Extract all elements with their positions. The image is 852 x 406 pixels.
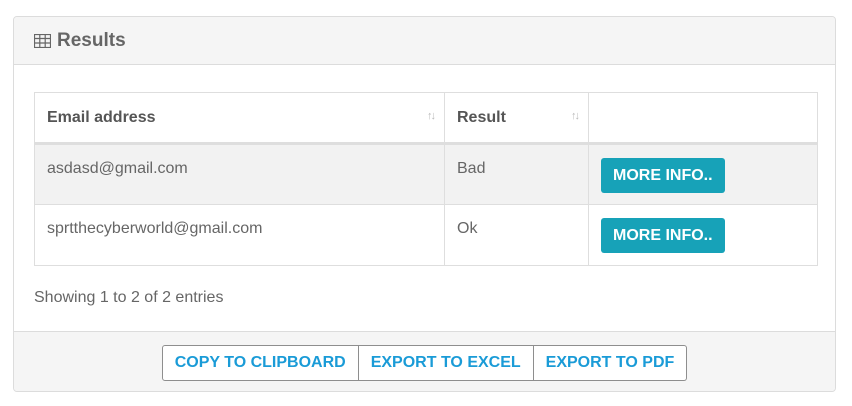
export-to-excel-button[interactable]: EXPORT TO EXCEL bbox=[358, 345, 534, 381]
table-row: asdasd@gmail.com Bad MORE INFO.. bbox=[34, 143, 818, 205]
panel-footer: COPY TO CLIPBOARD EXPORT TO EXCEL EXPORT… bbox=[14, 331, 835, 391]
result-cell: Bad bbox=[444, 143, 589, 205]
table-row: sprtthecyberworld@gmail.com Ok MORE INFO… bbox=[34, 204, 818, 266]
panel-header: Results bbox=[14, 17, 835, 65]
more-info-button[interactable]: MORE INFO.. bbox=[601, 158, 725, 193]
table-info: Showing 1 to 2 of 2 entries bbox=[34, 289, 224, 306]
column-header-action bbox=[588, 92, 818, 145]
result-cell: Ok bbox=[444, 204, 589, 266]
column-header-label: Email address bbox=[47, 108, 156, 126]
sort-icon: ↑↓ bbox=[571, 110, 580, 122]
panel-title: Results bbox=[57, 29, 126, 51]
results-table: Email address ↑↓ Result ↑↓ asdasd@gmail.… bbox=[34, 92, 818, 266]
copy-to-clipboard-button[interactable]: COPY TO CLIPBOARD bbox=[161, 345, 359, 381]
email-cell: sprtthecyberworld@gmail.com bbox=[34, 204, 445, 266]
table-header-row: Email address ↑↓ Result ↑↓ bbox=[34, 92, 818, 145]
export-to-pdf-button[interactable]: EXPORT TO PDF bbox=[533, 345, 688, 381]
panel-body: Email address ↑↓ Result ↑↓ asdasd@gmail.… bbox=[14, 65, 835, 331]
sort-icon: ↑↓ bbox=[427, 110, 436, 122]
results-panel: Results Email address ↑↓ Result ↑↓ asdas… bbox=[13, 16, 836, 392]
action-cell: MORE INFO.. bbox=[588, 143, 818, 205]
more-info-button[interactable]: MORE INFO.. bbox=[601, 218, 725, 253]
action-cell: MORE INFO.. bbox=[588, 204, 818, 266]
table-icon bbox=[34, 33, 51, 48]
email-cell: asdasd@gmail.com bbox=[34, 143, 445, 205]
export-button-group: COPY TO CLIPBOARD EXPORT TO EXCEL EXPORT… bbox=[161, 345, 688, 381]
column-header-email[interactable]: Email address ↑↓ bbox=[34, 92, 445, 145]
column-header-result[interactable]: Result ↑↓ bbox=[444, 92, 589, 145]
column-header-label: Result bbox=[457, 108, 506, 126]
